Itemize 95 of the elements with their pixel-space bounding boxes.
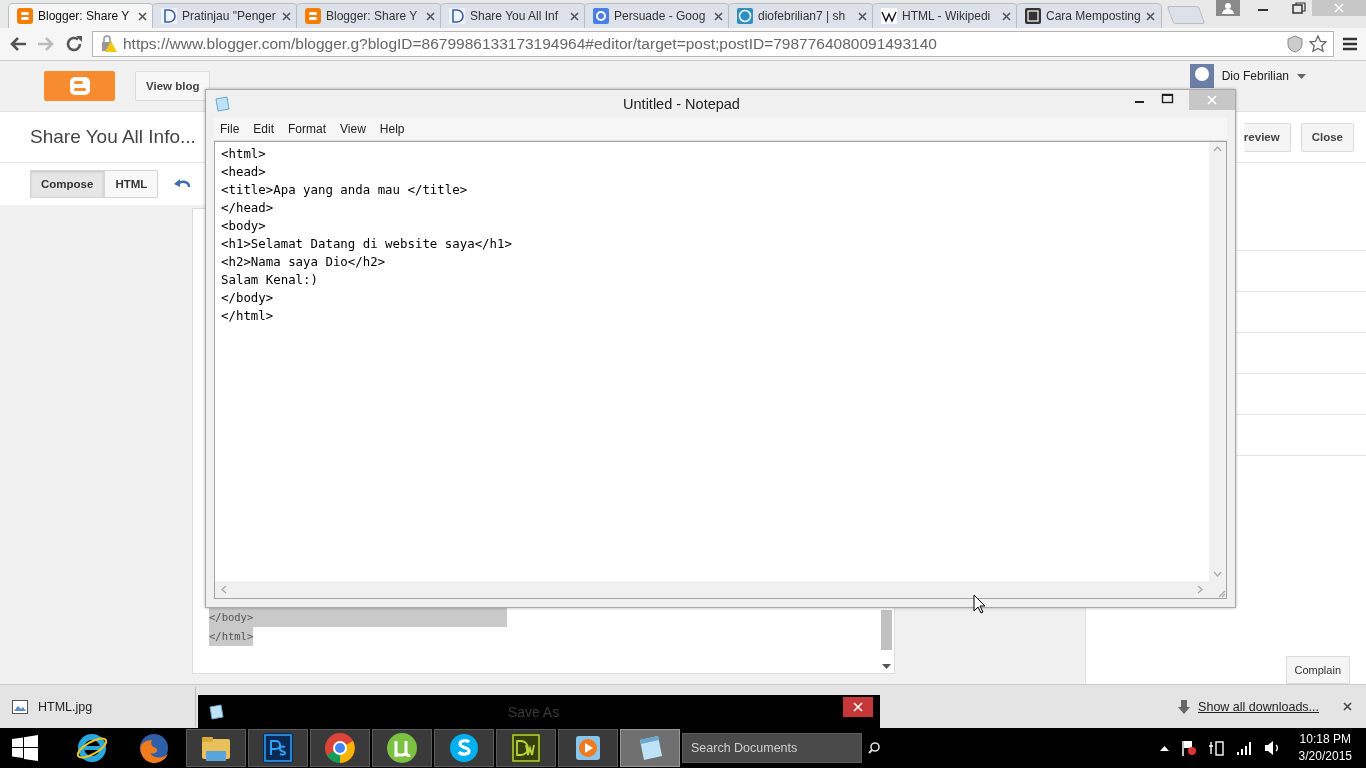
browser-e-icon: [75, 731, 109, 765]
menu-item[interactable]: View: [334, 122, 372, 136]
show-hidden-icons[interactable]: [1159, 745, 1169, 751]
browser-tab[interactable]: diofebrilian7 | sh: [728, 3, 874, 28]
code-line: <body>: [221, 217, 267, 235]
code-line: </head>: [221, 199, 275, 217]
flag-error-icon[interactable]: [1180, 740, 1197, 756]
post-title: Share You All Info...: [30, 126, 196, 148]
close-icon: [1207, 95, 1217, 105]
browser-tab[interactable]: Blogger: Share Y: [296, 3, 442, 28]
taskbar-app[interactable]: [372, 729, 432, 767]
window-title: Save As: [506, 703, 561, 720]
browser-tab[interactable]: Blogger: Share Y: [8, 3, 154, 28]
mode-tab[interactable]: HTML: [104, 170, 159, 198]
blogger-icon: [17, 8, 33, 24]
menu-item[interactable]: Format: [282, 122, 333, 136]
letter-d-icon: [161, 8, 177, 24]
taskbar-app[interactable]: [496, 729, 556, 767]
search-field[interactable]: Search Documents: [682, 733, 862, 763]
close-icon[interactable]: [138, 11, 147, 21]
close-icon[interactable]: [858, 11, 867, 21]
browser-tab[interactable]: Persuade - Goog: [584, 3, 730, 28]
code-line: <h1>Selamat Datang di website saya</h1>: [221, 235, 513, 253]
text-area[interactable]: <html> <head> <title>Apa yang anda mau </title> </head> <body> <h1>Selamat Datang di website saya</h1> <h2>Nama saya Dio</h2> Salam Kenal:) </body> </html>: [214, 141, 1227, 599]
browser-tab[interactable]: Share You All Inf: [440, 3, 586, 28]
close-icon[interactable]: [570, 11, 579, 21]
person-icon[interactable]: [1216, 0, 1240, 16]
blogger-icon: [305, 8, 321, 24]
ps-app-icon: [263, 733, 293, 763]
browser-tab[interactable]: Pratinjau "Penger: [152, 3, 298, 28]
code-line: <html>: [221, 145, 267, 163]
taskbar-app[interactable]: [186, 729, 246, 767]
search-icon[interactable]: [868, 742, 880, 754]
menu-item[interactable]: Help: [373, 122, 411, 136]
mu-app-icon: [386, 732, 418, 764]
mode-tab[interactable]: Compose: [30, 170, 105, 198]
code-line: <head>: [221, 163, 267, 181]
window-title: Untitled - Notepad: [622, 96, 741, 112]
notepad-icon: [208, 703, 224, 720]
menu-item[interactable]: Edit: [247, 122, 281, 136]
lock-warning-icon: [99, 35, 117, 53]
windows-logo-icon[interactable]: [12, 735, 38, 761]
dw-app-icon: [511, 733, 541, 763]
show-all-downloads-link[interactable]: Show all downloads...: [1198, 699, 1319, 714]
code-line: Salam Kenal:): [221, 271, 319, 289]
battery-icon[interactable]: [1208, 740, 1225, 756]
taskbar-app[interactable]: [310, 729, 370, 767]
fox-globe-icon: [137, 731, 171, 765]
speaker-icon[interactable]: [1264, 741, 1281, 755]
chrome-icon: [324, 732, 356, 764]
preview-button[interactable]: review: [1243, 122, 1291, 152]
browser-tab[interactable]: Cara Memposting: [1016, 3, 1162, 28]
taskbar-app[interactable]: [558, 729, 618, 767]
code-line: <h2>Nama saya Dio</h2>: [221, 253, 387, 271]
play-icon: [573, 733, 603, 763]
close-icon[interactable]: [426, 11, 435, 21]
scroll-down-icon[interactable]: [882, 664, 891, 669]
back-icon[interactable]: [8, 35, 28, 53]
complain-button[interactable]: Complain: [1285, 656, 1350, 684]
image-file-icon: [12, 699, 28, 714]
menu-icon[interactable]: [1342, 36, 1358, 52]
close-icon: [853, 702, 863, 712]
clock[interactable]: 10:18 PM 3/20/2015: [1298, 731, 1352, 765]
taskbar-app[interactable]: [434, 729, 494, 767]
view-blog-button[interactable]: View blog: [135, 71, 211, 101]
close-icon[interactable]: [714, 11, 723, 21]
scrollbar-thumb[interactable]: [881, 610, 892, 650]
browser-tab[interactable]: HTML - Wikipedi: [872, 3, 1018, 28]
wikipedia-icon: [881, 8, 897, 24]
caret-icon[interactable]: [1297, 73, 1306, 79]
download-item[interactable]: HTML.jpg: [0, 686, 196, 727]
close-button[interactable]: Close: [1300, 122, 1354, 152]
download-arrow-icon: [1178, 699, 1191, 714]
signal-icon[interactable]: [1236, 741, 1253, 755]
address-field[interactable]: https://www.blogger.com/blogger.g?blogID=8679986133173194964#editor/target=post;postID=7987764080091493140: [92, 31, 1334, 57]
close-button[interactable]: [843, 697, 873, 717]
close-icon[interactable]: [282, 11, 291, 21]
code-line: </body>: [221, 289, 275, 307]
skype-icon: [448, 732, 480, 764]
taskbar-app[interactable]: [248, 729, 308, 767]
resize-grip-icon[interactable]: [1216, 588, 1226, 598]
user-name[interactable]: Dio Febrilian: [1221, 69, 1289, 83]
close-icon[interactable]: [1343, 702, 1352, 711]
code-line: <title>Apa yang anda mau </title>: [221, 181, 469, 199]
menu-item[interactable]: File: [214, 122, 246, 136]
close-icon[interactable]: [1146, 11, 1155, 21]
mouse-pointer-icon: [973, 594, 987, 614]
book-icon: [1025, 8, 1041, 24]
reload-icon[interactable]: [64, 35, 84, 53]
code-line: </html>: [221, 307, 275, 325]
shield-icon[interactable]: [1287, 35, 1303, 53]
close-icon[interactable]: [1002, 11, 1011, 21]
letter-d-icon: [449, 8, 465, 24]
undo-icon[interactable]: [174, 178, 191, 190]
star-icon[interactable]: [1309, 35, 1327, 53]
